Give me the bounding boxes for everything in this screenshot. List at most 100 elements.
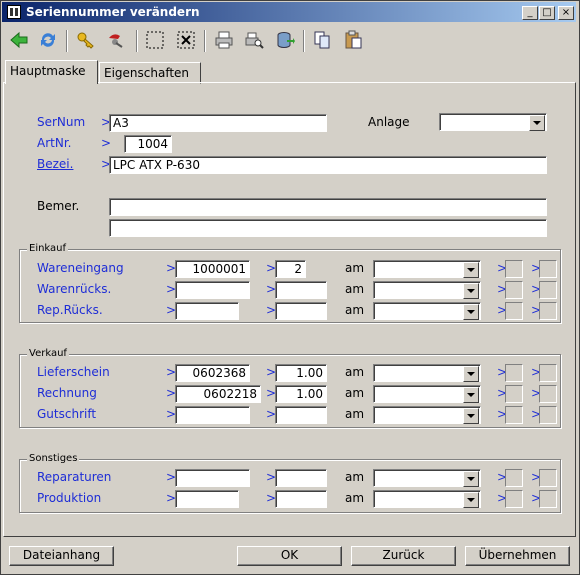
verkauf-number-input[interactable]: 0602218 bbox=[175, 385, 261, 403]
chevron-down-icon[interactable] bbox=[463, 304, 479, 320]
verkauf-link-box-2[interactable] bbox=[539, 385, 557, 403]
sonstiges-qty-input[interactable] bbox=[275, 490, 327, 508]
sonstiges-date-select[interactable] bbox=[373, 469, 481, 487]
verkauf-date-select[interactable] bbox=[373, 364, 481, 382]
ok-button[interactable]: OK bbox=[237, 546, 342, 566]
anlage-label: Anlage bbox=[368, 115, 410, 129]
verkauf-date-select[interactable] bbox=[373, 385, 481, 403]
chevron-down-icon[interactable] bbox=[463, 492, 479, 508]
bemer-input-2[interactable] bbox=[109, 219, 547, 237]
anlage-select[interactable] bbox=[439, 113, 547, 131]
tab-hauptmaske[interactable]: Hauptmaske bbox=[5, 60, 98, 84]
chevron-down-icon[interactable] bbox=[463, 408, 479, 424]
apply-button[interactable]: Übernehmen bbox=[465, 546, 570, 566]
verkauf-link-box-2[interactable] bbox=[539, 364, 557, 382]
verkauf-row-label[interactable]: Gutschrift bbox=[37, 407, 96, 421]
verkauf-qty-input[interactable]: 1.00 bbox=[275, 385, 327, 403]
einkauf-am-label: am bbox=[345, 261, 365, 275]
print-icon[interactable] bbox=[212, 28, 236, 52]
verkauf-link-box-1[interactable] bbox=[505, 406, 523, 424]
sonstiges-number-input[interactable] bbox=[175, 469, 250, 487]
einkauf-title: Einkauf bbox=[27, 243, 69, 254]
verkauf-number-input[interactable]: 0602368 bbox=[175, 364, 250, 382]
verkauf-row-label[interactable]: Lieferschein bbox=[37, 365, 110, 379]
einkauf-am-label: am bbox=[345, 282, 365, 296]
einkauf-date-select[interactable] bbox=[373, 260, 481, 278]
bemer-input-1[interactable] bbox=[109, 198, 547, 216]
chevron-down-icon[interactable] bbox=[463, 262, 479, 278]
einkauf-link-box-1[interactable] bbox=[505, 302, 523, 320]
print-preview-icon[interactable] bbox=[242, 28, 266, 52]
chevron-down-icon[interactable] bbox=[529, 115, 545, 131]
einkauf-date-select[interactable] bbox=[373, 302, 481, 320]
paste-icon[interactable] bbox=[341, 28, 365, 52]
bezei-label[interactable]: Bezei. bbox=[37, 157, 73, 171]
verkauf-row-label[interactable]: Rechnung bbox=[37, 386, 97, 400]
verkauf-link-box-2[interactable] bbox=[539, 406, 557, 424]
einkauf-qty-input[interactable] bbox=[275, 302, 327, 320]
toolbar-separator bbox=[136, 30, 138, 52]
bemer-label: Bemer. bbox=[37, 199, 80, 213]
chevron-down-icon[interactable] bbox=[463, 283, 479, 299]
einkauf-link-box-2[interactable] bbox=[539, 302, 557, 320]
sonstiges-link-box-2[interactable] bbox=[539, 490, 557, 508]
sonstiges-number-input[interactable] bbox=[175, 490, 239, 508]
einkauf-number-input[interactable] bbox=[175, 302, 239, 320]
sernum-label: SerNum bbox=[37, 115, 86, 129]
einkauf-number-input[interactable] bbox=[175, 281, 250, 299]
close-button[interactable]: × bbox=[558, 6, 574, 20]
sonstiges-row-label[interactable]: Reparaturen bbox=[37, 470, 111, 484]
einkauf-qty-input[interactable] bbox=[275, 281, 327, 299]
einkauf-number-input[interactable]: 1000001 bbox=[175, 260, 250, 278]
artnr-arrow[interactable]: > bbox=[101, 136, 111, 150]
einkauf-row-label[interactable]: Rep.Rücks. bbox=[37, 303, 103, 317]
app-icon bbox=[7, 5, 21, 19]
verkauf-link-box-1[interactable] bbox=[505, 385, 523, 403]
sonstiges-row-label[interactable]: Produktion bbox=[37, 491, 101, 505]
key-icon[interactable] bbox=[74, 28, 98, 52]
chevron-down-icon[interactable] bbox=[463, 366, 479, 382]
sonstiges-link-box-1[interactable] bbox=[505, 469, 523, 487]
attachment-button[interactable]: Dateianhang bbox=[9, 546, 114, 566]
back-arrow-icon[interactable] bbox=[7, 28, 31, 52]
sernum-input[interactable]: A3 bbox=[109, 114, 327, 132]
sonstiges-link-box-2[interactable] bbox=[539, 469, 557, 487]
tab-eigenschaften[interactable]: Eigenschaften bbox=[99, 62, 201, 84]
sonstiges-date-select[interactable] bbox=[373, 490, 481, 508]
sonstiges-qty-input[interactable] bbox=[275, 469, 327, 487]
einkauf-link-box-1[interactable] bbox=[505, 260, 523, 278]
verkauf-number-input[interactable] bbox=[175, 406, 250, 424]
minimize-button[interactable]: _ bbox=[522, 6, 538, 20]
sonstiges-title: Sonstiges bbox=[27, 453, 80, 464]
einkauf-row-label[interactable]: Wareneingang bbox=[37, 261, 124, 275]
maximize-button[interactable]: □ bbox=[539, 6, 555, 20]
toolbar-separator bbox=[204, 30, 206, 52]
copy-icon[interactable] bbox=[310, 28, 334, 52]
einkauf-link-box-2[interactable] bbox=[539, 281, 557, 299]
verkauf-date-select[interactable] bbox=[373, 406, 481, 424]
einkauf-qty-input[interactable]: 2 bbox=[275, 260, 306, 278]
verkauf-am-label: am bbox=[345, 365, 365, 379]
select-frame-icon[interactable] bbox=[143, 28, 167, 52]
verkauf-am-label: am bbox=[345, 386, 365, 400]
tools-icon[interactable] bbox=[104, 28, 128, 52]
verkauf-qty-input[interactable] bbox=[275, 406, 327, 424]
einkauf-link-box-2[interactable] bbox=[539, 260, 557, 278]
verkauf-qty-input[interactable]: 1.00 bbox=[275, 364, 327, 382]
refresh-icon[interactable] bbox=[36, 28, 60, 52]
artnr-input[interactable]: 1004 bbox=[124, 135, 172, 153]
sonstiges-am-label: am bbox=[345, 470, 365, 484]
verkauf-link-box-1[interactable] bbox=[505, 364, 523, 382]
einkauf-row-label[interactable]: Warenrücks. bbox=[37, 282, 111, 296]
back-button[interactable]: Zurück bbox=[351, 546, 456, 566]
chevron-down-icon[interactable] bbox=[463, 471, 479, 487]
title-bar[interactable]: Seriennummer verändern _ □ × bbox=[2, 2, 576, 22]
verkauf-am-label: am bbox=[345, 407, 365, 421]
einkauf-date-select[interactable] bbox=[373, 281, 481, 299]
export-icon[interactable] bbox=[273, 28, 297, 52]
sonstiges-link-box-1[interactable] bbox=[505, 490, 523, 508]
delete-frame-icon[interactable] bbox=[174, 28, 198, 52]
einkauf-link-box-1[interactable] bbox=[505, 281, 523, 299]
bezei-input[interactable]: LPC ATX P-630 bbox=[109, 156, 547, 174]
chevron-down-icon[interactable] bbox=[463, 387, 479, 403]
